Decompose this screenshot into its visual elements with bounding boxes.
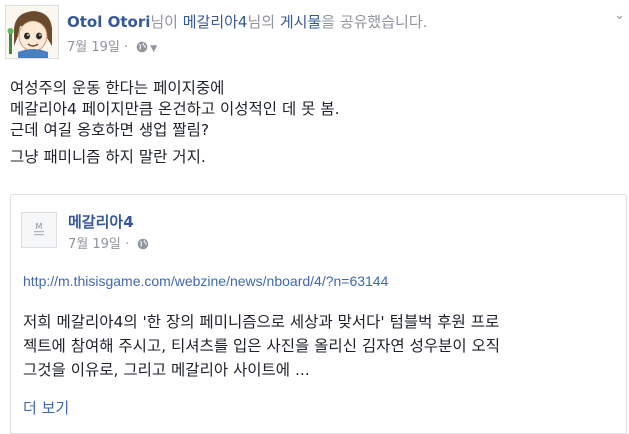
- shared-url-link[interactable]: http://m.thisisgame.com/webzine/news/nbo…: [23, 272, 388, 290]
- shared-page-avatar[interactable]: M: [21, 212, 57, 248]
- svg-text:M: M: [36, 222, 43, 231]
- header-text-3: 을 공유했습니다.: [321, 13, 428, 31]
- globe-icon: [137, 238, 149, 255]
- shared-content-box: M 메갈리아4 7월 19일 · http://m.thisisgame.com…: [10, 194, 627, 434]
- shared-meta: 7월 19일 ·: [68, 237, 149, 255]
- header-text-2: 님의: [247, 13, 280, 31]
- meta-separator: ·: [124, 40, 129, 55]
- original-post-link[interactable]: 게시물: [280, 13, 321, 31]
- header-text-1: 님이: [150, 13, 183, 31]
- post-date-link[interactable]: 7월 19일: [67, 40, 120, 55]
- page-name-link[interactable]: 메갈리아4: [183, 13, 248, 31]
- page-logo-icon: M: [34, 222, 44, 236]
- shared-date-link[interactable]: 7월 19일: [68, 237, 121, 252]
- post-body: 여성주의 운동 한다는 페이지중에 메갈리아4 페이지만큼 온건하고 이성적인 …: [10, 78, 620, 168]
- post-options-chevron-icon[interactable]: ⌄: [614, 9, 625, 22]
- excerpt-line: 저희 메갈리아4의 '한 장의 페미니즘으로 세상과 맞서다' 텀블벅 후원 프…: [23, 313, 500, 331]
- meta-separator: ·: [125, 237, 130, 252]
- author-name-link[interactable]: Otol Otori: [67, 13, 150, 31]
- shared-page-name-link[interactable]: 메갈리아4: [68, 213, 134, 231]
- see-more-link[interactable]: 더 보기: [23, 399, 69, 417]
- shared-post-card: ⌄ Otol Otori님이 메갈리아4님의 게시물을 공유했습니다. 7월 1…: [0, 0, 629, 434]
- excerpt-line: 그것을 이유로, 그리고 메갈리아 사이트에 ...: [23, 361, 310, 379]
- post-body-line: 그냥 패미니즘 하지 말란 거지.: [10, 148, 206, 166]
- cartoon-face-icon: [6, 6, 58, 58]
- globe-icon[interactable]: [136, 41, 148, 58]
- post-meta: 7월 19일 · ▼: [67, 40, 157, 58]
- post-header: Otol Otori님이 메갈리아4님의 게시물을 공유했습니다.: [67, 12, 427, 32]
- shared-excerpt: 저희 메갈리아4의 '한 장의 페미니즘으로 세상과 맞서다' 텀블벅 후원 프…: [23, 310, 621, 382]
- post-body-line: 여성주의 운동 한다는 페이지중에: [10, 79, 225, 97]
- audience-dropdown-icon[interactable]: ▼: [150, 44, 157, 54]
- post-body-line: 근데 여길 옹호하면 생업 짤림?: [10, 121, 210, 139]
- post-body-line: 메갈리아4 페이지만큼 온건하고 이성적인 데 못 봄.: [10, 100, 340, 118]
- excerpt-line: 젝트에 참여해 주시고, 티셔츠를 입은 사진을 올리신 김자연 성우분이 오직: [23, 337, 501, 355]
- author-avatar[interactable]: [5, 5, 59, 59]
